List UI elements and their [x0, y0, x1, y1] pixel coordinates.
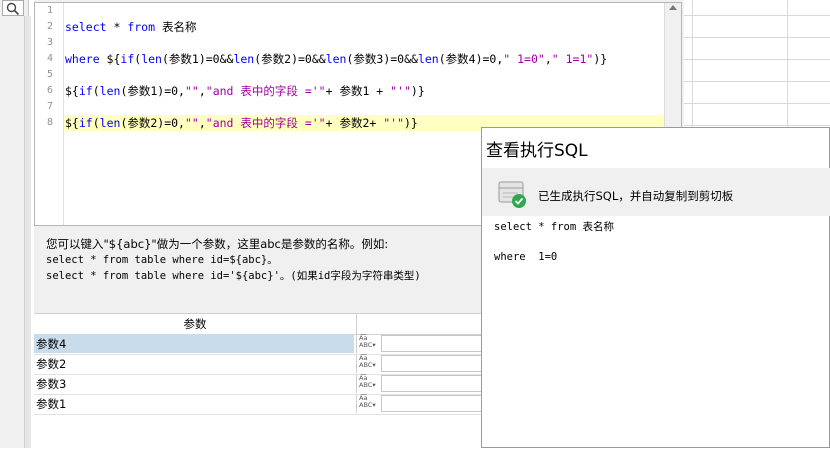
- generated-sql-text[interactable]: select * from 表名称 where 1=0: [494, 220, 614, 265]
- param-type-selector[interactable]: A͞a ABC▾: [356, 374, 381, 393]
- param-type-selector[interactable]: A͞a ABC▾: [356, 334, 381, 353]
- grid-line: [692, 0, 693, 130]
- status-message: 已生成执行SQL，并自动复制到剪切板: [538, 189, 734, 203]
- sql-status-banner: 已生成执行SQL，并自动复制到剪切板: [482, 168, 830, 216]
- grid-line: [787, 0, 788, 130]
- param-name: 参数4: [34, 334, 354, 353]
- line-number: 1: [46, 5, 53, 16]
- grid-line: [684, 81, 830, 82]
- search-button[interactable]: [2, 0, 24, 16]
- grid-line: [684, 37, 830, 38]
- line-number: 2: [46, 21, 53, 32]
- search-icon: [6, 2, 20, 15]
- param-type-selector[interactable]: A͞a ABC▾: [356, 394, 381, 413]
- param-column-header: 参数: [34, 314, 357, 334]
- database-check-icon: [498, 181, 526, 208]
- line-number-gutter: 1 2 3 4 5 6 7 8: [35, 3, 64, 225]
- line-number: 5: [46, 69, 53, 80]
- text-type-icon: A͞a ABC▾: [359, 334, 376, 349]
- param-name: 参数3: [36, 377, 67, 391]
- grid-line: [684, 59, 830, 60]
- grid-line: [684, 15, 830, 16]
- dialog-title: 查看执行SQL: [486, 141, 588, 161]
- text-type-icon: A͞a ABC▾: [359, 374, 376, 389]
- param-type-selector[interactable]: A͞a ABC▾: [356, 354, 381, 373]
- background-spreadsheet: [684, 0, 830, 130]
- sql-output-line: select * from 表名称: [494, 221, 615, 233]
- code-line: ${if(len(参数1)=0,"","and 表中的字段 ='"+ 参数1 +…: [65, 84, 425, 98]
- hint-text: 您可以键入"${abc}"做为一个参数，这里abc是参数的名称。例如:: [46, 237, 389, 251]
- left-scrollbar[interactable]: [24, 16, 31, 448]
- line-number: 7: [46, 101, 53, 112]
- sql-output-line: where 1=0: [494, 251, 558, 263]
- scroll-up-icon[interactable]: [669, 5, 677, 10]
- line-number: 6: [46, 85, 53, 96]
- code-line: where ${if(len(参数1)=0&&len(参数2)=0&&len(参…: [65, 52, 608, 66]
- line-number: 4: [46, 53, 53, 64]
- line-number: 3: [46, 37, 53, 48]
- grid-line: [684, 103, 830, 104]
- text-type-icon: A͞a ABC▾: [359, 394, 376, 409]
- text-type-icon: A͞a ABC▾: [359, 354, 376, 369]
- param-name: 参数2: [36, 357, 67, 371]
- code-line: select * from 表名称: [65, 20, 197, 34]
- param-name: 参数1: [36, 397, 67, 411]
- grid-line: [684, 125, 830, 126]
- line-number: 8: [46, 117, 53, 128]
- view-sql-dialog: 查看执行SQL 已生成执行SQL，并自动复制到剪切板 select * from…: [481, 127, 830, 448]
- left-sidebar: [0, 0, 31, 448]
